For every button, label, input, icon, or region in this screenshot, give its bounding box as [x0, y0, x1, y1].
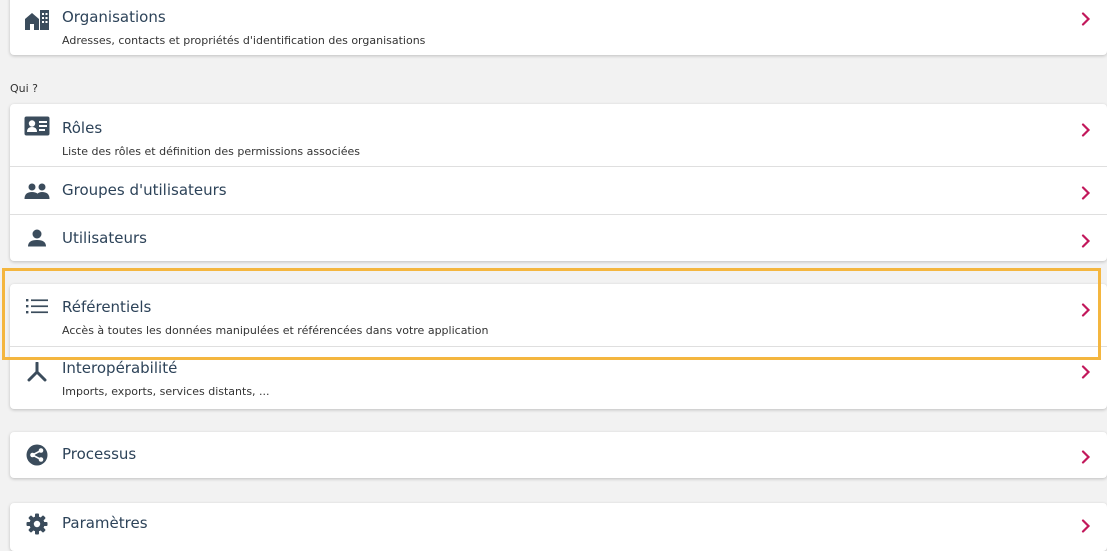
- user-icon: [23, 226, 51, 250]
- menu-item-title: Utilisateurs: [62, 229, 147, 247]
- menu-item-title: Groupes d'utilisateurs: [62, 181, 227, 199]
- who-card: Rôles Liste des rôles et définition des …: [10, 104, 1107, 261]
- menu-item-users[interactable]: Utilisateurs: [10, 215, 1107, 261]
- menu-item-title: Organisations: [62, 8, 166, 26]
- menu-item-referentiels[interactable]: Référentiels Accès à toutes les données …: [10, 284, 1107, 347]
- chevron-right-icon: [1079, 12, 1093, 26]
- list-icon: [23, 294, 51, 318]
- id-card-icon: [23, 114, 51, 138]
- chevron-right-icon: [1079, 450, 1093, 464]
- chevron-right-icon: [1079, 186, 1093, 200]
- section-label-who: Qui ?: [10, 82, 39, 95]
- menu-item-description: Imports, exports, services distants, ...: [62, 385, 270, 398]
- chevron-right-icon: [1079, 123, 1093, 137]
- menu-item-description: Adresses, contacts et propriétés d'ident…: [62, 34, 426, 47]
- menu-item-title: Interopérabilité: [62, 359, 178, 377]
- menu-item-title: Processus: [62, 445, 137, 463]
- data-card: Référentiels Accès à toutes les données …: [10, 284, 1107, 409]
- share-circle-icon: [23, 443, 51, 467]
- chevron-right-icon: [1079, 234, 1093, 248]
- menu-item-organisations[interactable]: Organisations Adresses, contacts et prop…: [10, 0, 1107, 55]
- menu-item-title: Paramètres: [62, 514, 148, 532]
- chevron-right-icon: [1079, 303, 1093, 317]
- menu-item-processus[interactable]: Processus: [10, 432, 1107, 478]
- network-icon: [23, 360, 51, 384]
- chevron-right-icon: [1079, 519, 1093, 533]
- users-icon: [23, 179, 51, 203]
- organisations-card: Organisations Adresses, contacts et prop…: [10, 0, 1107, 55]
- menu-item-interoperabilite[interactable]: Interopérabilité Imports, exports, servi…: [10, 347, 1107, 409]
- menu-item-title: Référentiels: [62, 298, 152, 316]
- menu-item-description: Accès à toutes les données manipulées et…: [62, 324, 489, 337]
- building-icon: [23, 8, 51, 32]
- menu-item-user-groups[interactable]: Groupes d'utilisateurs: [10, 167, 1107, 215]
- gear-icon: [23, 512, 51, 536]
- menu-item-title: Rôles: [62, 119, 103, 137]
- processus-card: Processus: [10, 432, 1107, 478]
- chevron-right-icon: [1079, 365, 1093, 379]
- menu-item-roles[interactable]: Rôles Liste des rôles et définition des …: [10, 104, 1107, 167]
- menu-item-description: Liste des rôles et définition des permis…: [62, 145, 360, 158]
